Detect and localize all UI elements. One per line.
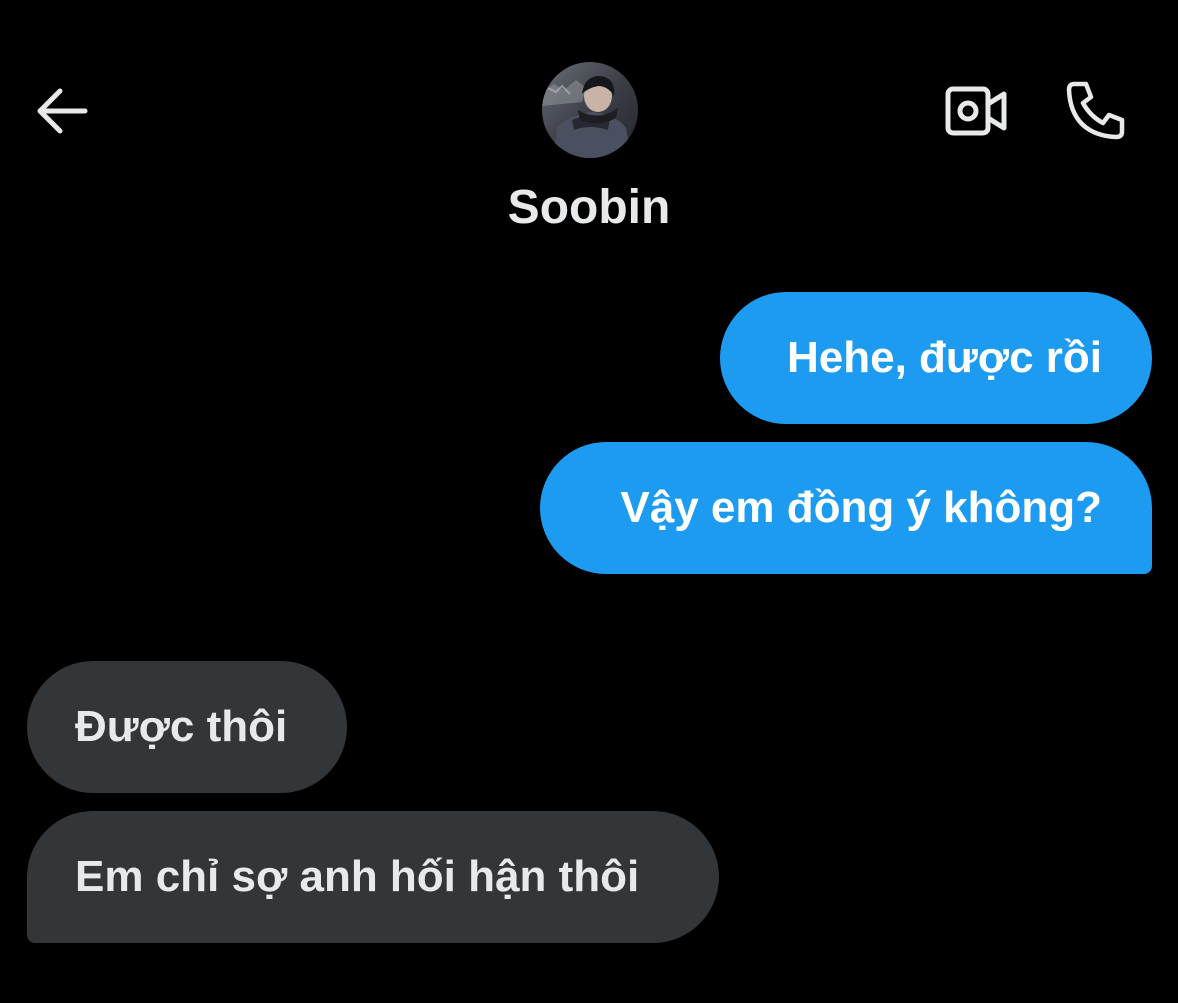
back-button[interactable] xyxy=(28,78,94,144)
message-bubble-received[interactable]: Em chỉ sợ anh hối hận thôi xyxy=(27,811,719,943)
conversation-header: Soobin xyxy=(0,0,1178,260)
message-text: Được thôi xyxy=(75,702,288,751)
contact-name[interactable]: Soobin xyxy=(389,180,789,236)
video-camera-icon xyxy=(945,86,1007,136)
profile-photo xyxy=(542,62,638,158)
message-bubble-sent[interactable]: Vậy em đồng ý không? xyxy=(540,442,1152,574)
arrow-left-icon xyxy=(37,88,88,134)
voice-call-button[interactable] xyxy=(1056,72,1136,148)
message-bubble-sent[interactable]: Hehe, được rồi xyxy=(720,292,1152,424)
message-bubble-received[interactable]: Được thôi xyxy=(27,661,347,793)
avatar[interactable] xyxy=(542,62,638,158)
phone-icon xyxy=(1066,81,1125,140)
video-call-button[interactable] xyxy=(938,76,1014,146)
message-text: Vậy em đồng ý không? xyxy=(620,483,1102,532)
message-text: Em chỉ sợ anh hối hận thôi xyxy=(75,852,640,901)
message-text: Hehe, được rồi xyxy=(787,333,1102,382)
